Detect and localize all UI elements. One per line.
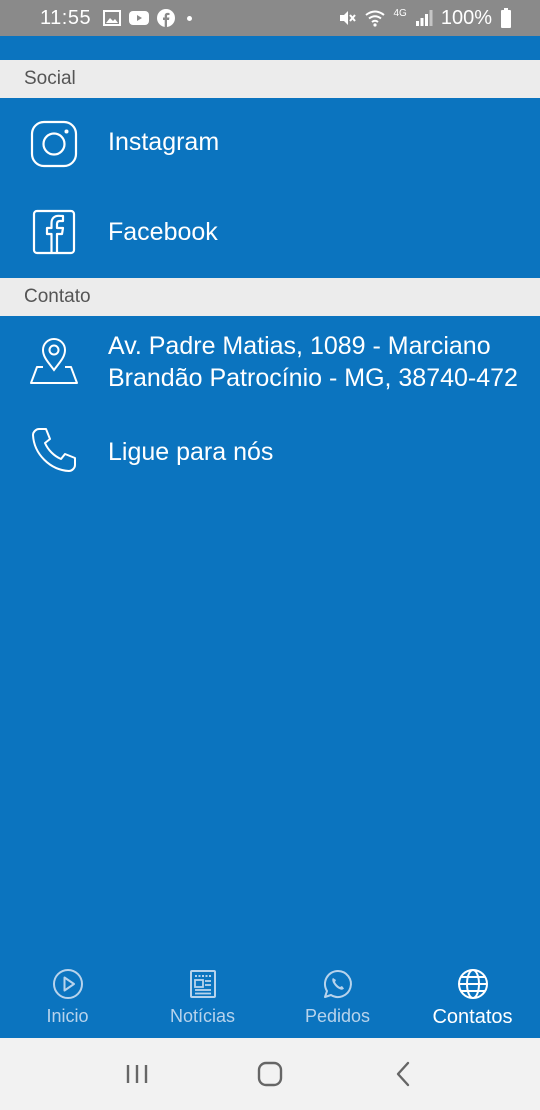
wifi-icon (364, 10, 385, 27)
nav-tab-noticias[interactable]: Notícias (135, 958, 270, 1038)
instagram-icon (28, 118, 80, 170)
section-header-contact: Contato (0, 278, 540, 316)
phone-label: Ligue para nós (108, 438, 274, 466)
play-circle-icon (52, 969, 83, 999)
nav-tab-pedidos[interactable]: Pedidos (270, 958, 405, 1038)
home-button[interactable] (240, 1054, 300, 1094)
status-time: 11:55 (40, 6, 92, 29)
nav-label-noticias: Notícias (169, 1006, 236, 1026)
contact-item-phone[interactable]: Ligue para nós (0, 410, 540, 494)
signal-icon (415, 10, 433, 26)
nav-tab-contatos[interactable]: Contatos (405, 958, 540, 1038)
nav-label-inicio: Inicio (46, 1006, 89, 1026)
contact-item-address[interactable]: Av. Padre Matias, 1089 - Marciano Brandã… (0, 316, 540, 410)
mute-icon (339, 11, 356, 25)
nav-tab-inicio[interactable]: Inicio (0, 958, 135, 1038)
battery-percent: 100% (440, 6, 492, 29)
youtube-icon (129, 11, 150, 25)
social-item-facebook[interactable]: Facebook (0, 188, 540, 278)
gallery-icon (103, 10, 122, 26)
status-left: 11:55 (40, 6, 193, 30)
social-item-instagram[interactable]: Instagram (0, 98, 540, 188)
address-line-2: Brandão Patrocínio - MG, 38740-472 (108, 364, 518, 392)
battery-icon (501, 8, 511, 28)
more-notifications-dot (187, 15, 193, 21)
back-icon (397, 1061, 410, 1087)
instagram-label: Instagram (108, 128, 220, 156)
bottom-nav: Inicio Notícias Pedidos Contatos (0, 958, 540, 1038)
nav-label-pedidos: Pedidos (304, 1006, 371, 1026)
section-header-social: Social (0, 60, 540, 98)
newspaper-icon (189, 970, 216, 998)
network-type: 4G (393, 7, 407, 19)
section-title-contact: Contato (24, 286, 91, 307)
address-line-1: Av. Padre Matias, 1089 - Marciano (108, 332, 491, 360)
home-icon (257, 1061, 283, 1087)
globe-icon (457, 969, 488, 999)
recent-apps-button[interactable] (107, 1054, 167, 1094)
whatsapp-icon (323, 969, 352, 998)
phone-icon (28, 424, 80, 476)
map-pin-icon (28, 336, 80, 388)
section-title-social: Social (24, 68, 76, 89)
back-button[interactable] (373, 1054, 433, 1094)
notification-icons (103, 9, 193, 27)
facebook-label: Facebook (108, 218, 218, 246)
system-nav-bar (0, 1038, 540, 1110)
recent-apps-icon (126, 1065, 147, 1083)
top-band (0, 36, 540, 60)
status-right: 4G 100% (338, 7, 513, 30)
facebook-icon (28, 206, 80, 258)
status-bar: 11:55 4G 100% (0, 0, 540, 36)
nav-label-contatos: Contatos (432, 1006, 513, 1028)
address-text: Av. Padre Matias, 1089 - Marciano Brandã… (108, 330, 518, 394)
facebook-status-icon (157, 9, 176, 27)
